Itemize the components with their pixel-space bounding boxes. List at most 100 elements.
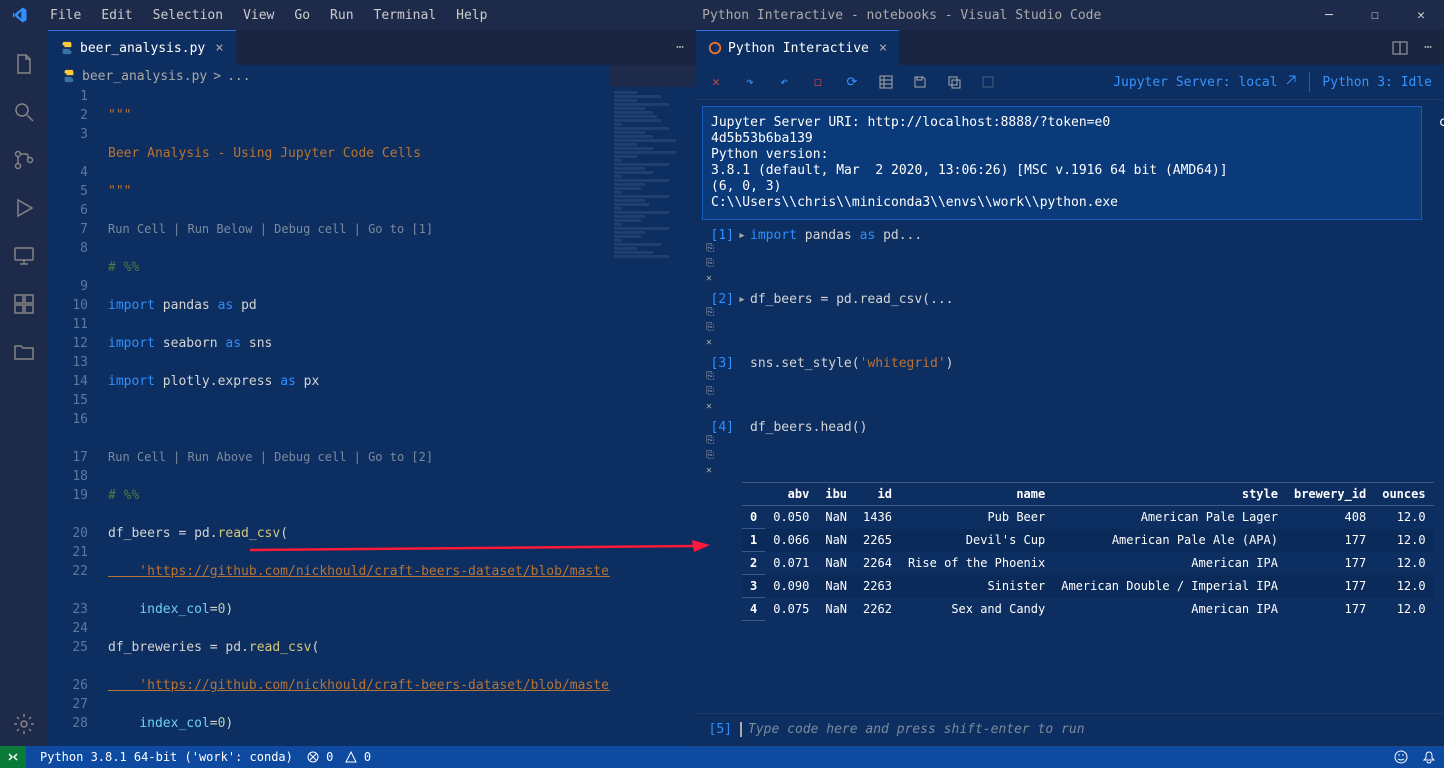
settings-gear-icon[interactable] <box>0 700 48 748</box>
table-row: 20.071NaN2264Rise of the PhoenixAmerican… <box>742 552 1434 575</box>
table-header: abv <box>765 483 817 506</box>
extensions-icon[interactable] <box>0 280 48 328</box>
titlebar: File Edit Selection View Go Run Terminal… <box>0 0 1444 30</box>
source-control-icon[interactable] <box>0 136 48 184</box>
cell-link-icon[interactable]: ⎘ <box>706 307 1438 318</box>
tabs-container: beer_analysis.py × ⋯ Python Interactive … <box>48 30 1444 65</box>
menu-run[interactable]: Run <box>320 4 363 27</box>
variables-icon[interactable] <box>878 74 894 90</box>
maximize-button[interactable]: ☐ <box>1352 0 1398 30</box>
stop-icon[interactable]: ◻ <box>810 74 826 90</box>
cell-delete-icon[interactable]: ✕ <box>706 465 1438 476</box>
tab-beer-analysis[interactable]: beer_analysis.py × <box>48 30 236 65</box>
close-button[interactable]: ✕ <box>1398 0 1444 30</box>
jupyter-icon <box>708 41 722 55</box>
run-debug-icon[interactable] <box>0 184 48 232</box>
feedback-icon[interactable] <box>1394 750 1408 764</box>
breadcrumb-rest: ... <box>227 69 250 84</box>
cell-link-icon[interactable]: ⎘ <box>706 243 1438 254</box>
python-interactive-panel: ✕ ↷ ↶ ◻ ⟳ Jupyter Server: local Python 3… <box>696 65 1444 745</box>
table-header: style <box>1053 483 1286 506</box>
menu-help[interactable]: Help <box>446 4 497 27</box>
split-editor-icon[interactable] <box>1392 40 1408 56</box>
table-row: 10.066NaN2265Devil's CupAmerican Pale Al… <box>742 529 1434 552</box>
menu-file[interactable]: File <box>40 4 91 27</box>
cell-copy-icon[interactable]: ⎘ <box>706 258 1438 269</box>
interactive-toolbar: ✕ ↷ ↶ ◻ ⟳ Jupyter Server: local Python 3… <box>696 65 1444 100</box>
python-file-icon <box>62 69 76 83</box>
table-header: ibu <box>817 483 855 506</box>
save-icon[interactable] <box>912 74 928 90</box>
cell-delete-icon[interactable]: ✕ <box>706 401 1438 412</box>
tab-close-icon[interactable]: × <box>879 40 887 56</box>
minimap[interactable] <box>610 87 696 747</box>
dataframe-output: abvibuidnamestylebrewery_idounces 00.050… <box>742 482 1434 621</box>
cell-4[interactable]: [4] df_beers.head() <box>702 420 1438 435</box>
notifications-icon[interactable] <box>1422 750 1436 764</box>
expand-icon[interactable] <box>980 74 996 90</box>
menu-edit[interactable]: Edit <box>91 4 142 27</box>
menu-terminal[interactable]: Terminal <box>364 4 447 27</box>
search-icon[interactable] <box>0 88 48 136</box>
table-row: 00.050NaN1436Pub BeerAmerican Pale Lager… <box>742 506 1434 529</box>
interactive-body[interactable]: Jupyter Server URI: http://localhost:888… <box>696 100 1444 713</box>
python-file-icon <box>60 41 74 55</box>
vscode-logo-icon <box>10 6 28 24</box>
undo-icon[interactable]: ↶ <box>776 74 792 90</box>
breadcrumb[interactable]: beer_analysis.py > ... <box>48 65 610 87</box>
statusbar: Python 3.8.1 64-bit ('work': conda) 0 0 <box>0 746 1444 768</box>
cell-1[interactable]: [1] ▸ import pandas as pd... <box>702 228 1438 243</box>
tab-close-icon[interactable]: × <box>215 40 223 56</box>
remote-indicator[interactable] <box>0 746 26 768</box>
window-title: Python Interactive - notebooks - Visual … <box>497 8 1306 23</box>
table-row: 40.075NaN2262Sex and CandyAmerican IPA17… <box>742 598 1434 621</box>
tab-label: Python Interactive <box>728 41 869 56</box>
codelens[interactable]: Run Cell | Run Below | Debug cell | Go t… <box>108 220 610 239</box>
export-icon[interactable] <box>946 74 962 90</box>
cell-link-icon[interactable]: ⎘ <box>706 371 1438 382</box>
cell-delete-icon[interactable]: ✕ <box>706 337 1438 348</box>
explorer-icon[interactable] <box>0 40 48 88</box>
tab-more-icon[interactable]: ⋯ <box>676 40 684 55</box>
code-content[interactable]: """ Beer Analysis - Using Jupyter Code C… <box>108 87 610 747</box>
cell-3[interactable]: [3] sns.set_style('whitegrid') <box>702 356 1438 371</box>
code-input[interactable]: Type code here and press shift-enter to … <box>740 722 1436 737</box>
jupyter-server-label[interactable]: Jupyter Server: local <box>1113 74 1297 90</box>
kernel-label[interactable]: Python 3: Idle <box>1322 75 1432 90</box>
python-version-label[interactable]: Python 3.8.1 64-bit ('work': conda) <box>40 750 293 764</box>
restart-icon[interactable]: ⟳ <box>844 74 860 90</box>
problems-indicator[interactable]: 0 0 <box>307 750 371 764</box>
cell-copy-icon[interactable]: ⎘ <box>706 386 1438 397</box>
table-row: 30.090NaN2263SinisterAmerican Double / I… <box>742 575 1434 598</box>
code-editor[interactable]: 123 45678 910111213141516 171819 202122 … <box>48 87 610 747</box>
cell-link-icon[interactable]: ⎘ <box>706 435 1438 446</box>
table-header: id <box>855 483 900 506</box>
menu-go[interactable]: Go <box>284 4 320 27</box>
breadcrumb-file: beer_analysis.py <box>82 69 207 84</box>
jupyter-server-info: Jupyter Server URI: http://localhost:888… <box>702 106 1422 220</box>
remote-explorer-icon[interactable] <box>0 232 48 280</box>
cell-copy-icon[interactable]: ⎘ <box>706 322 1438 333</box>
minimize-button[interactable]: ─ <box>1306 0 1352 30</box>
redo-icon[interactable]: ↷ <box>742 74 758 90</box>
tab-more-icon[interactable]: ⋯ <box>1424 40 1432 55</box>
table-header: brewery_id <box>1286 483 1374 506</box>
folder-icon[interactable] <box>0 328 48 376</box>
menu-selection[interactable]: Selection <box>143 4 233 27</box>
breadcrumb-sep: > <box>213 69 221 84</box>
table-header: ounces <box>1374 483 1433 506</box>
codelens[interactable]: Run Cell | Run Above | Debug cell | Go t… <box>108 448 610 467</box>
close-icon[interactable]: ✕ <box>708 74 724 90</box>
cell-copy-icon[interactable]: ⎘ <box>706 450 1438 461</box>
table-header <box>742 483 765 506</box>
menu-view[interactable]: View <box>233 4 284 27</box>
cell-2[interactable]: [2] ▸ df_beers = pd.read_csv(... <box>702 292 1438 307</box>
tab-python-interactive[interactable]: Python Interactive × <box>696 30 899 65</box>
line-numbers: 123 45678 910111213141516 171819 202122 … <box>48 87 108 747</box>
cell-delete-icon[interactable]: ✕ <box>706 273 1438 284</box>
interactive-input[interactable]: [5] Type code here and press shift-enter… <box>696 713 1444 745</box>
activitybar <box>0 30 48 748</box>
tab-label: beer_analysis.py <box>80 41 205 56</box>
table-header: name <box>900 483 1053 506</box>
menubar: File Edit Selection View Go Run Terminal… <box>40 4 497 27</box>
